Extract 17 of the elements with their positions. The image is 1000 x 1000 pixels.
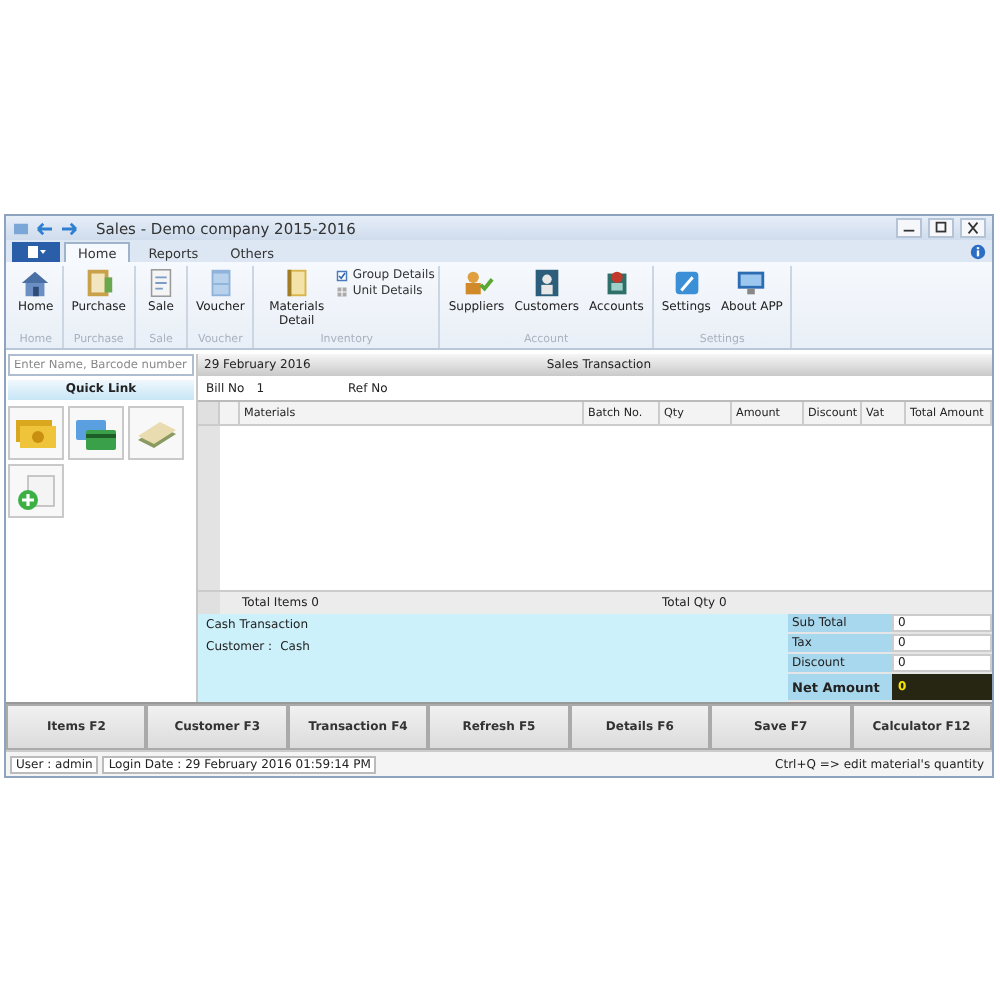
grid-icon [336, 285, 349, 297]
quick-link-tile[interactable] [128, 406, 184, 460]
maximize-icon[interactable] [928, 218, 954, 238]
app-icon [12, 221, 30, 235]
monitor-icon [734, 266, 769, 300]
back-arrow-icon[interactable] [36, 221, 54, 235]
house-icon [18, 266, 53, 300]
quick-link-tile[interactable] [68, 406, 124, 460]
app-menu-button[interactable] [12, 242, 60, 262]
help-icon[interactable] [970, 244, 986, 260]
add-document-icon [12, 469, 60, 513]
quick-link-tile[interactable] [8, 464, 64, 518]
close-icon[interactable] [960, 218, 986, 238]
quick-link-tile[interactable] [8, 406, 64, 460]
menu-document-icon [24, 244, 48, 260]
checkbox-icon [336, 269, 349, 281]
forward-arrow-icon[interactable] [60, 221, 78, 235]
